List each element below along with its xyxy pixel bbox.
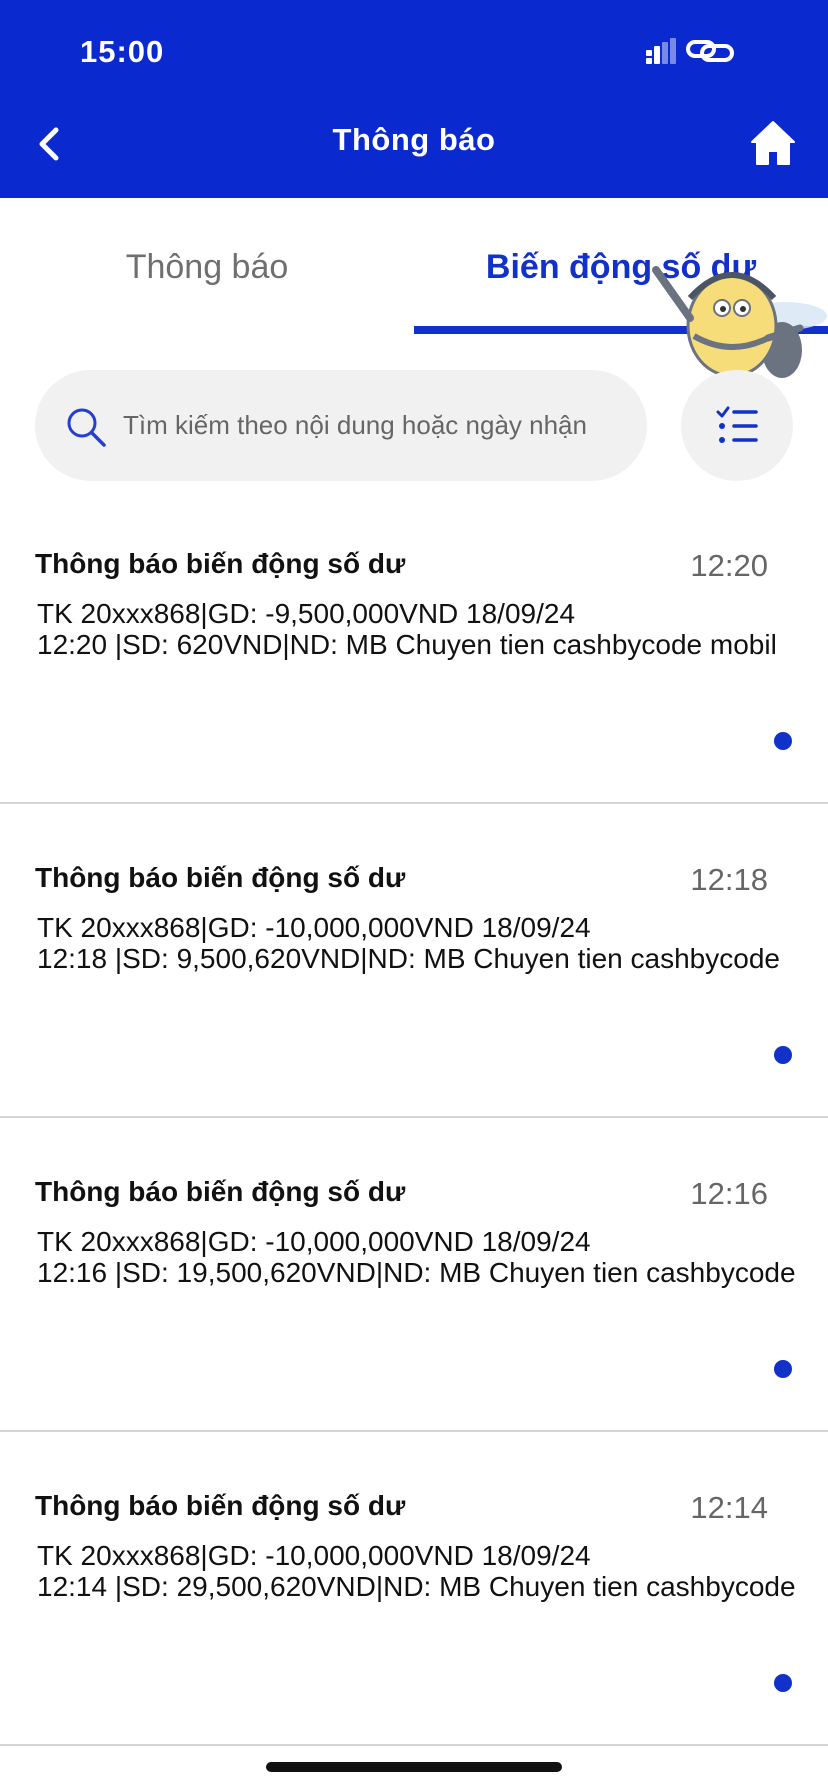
notification-item[interactable]: Thông báo biến động số dư 12:14 TK 20xxx… (0, 1432, 828, 1746)
notification-title: Thông báo biến động số dư (35, 1176, 406, 1207)
home-button[interactable] (748, 118, 798, 168)
signal-icon (646, 38, 676, 64)
notification-list: Thông báo biến động số dư 12:20 TK 20xxx… (0, 490, 828, 1746)
notification-time: 12:20 (690, 548, 768, 583)
status-time: 15:00 (80, 34, 165, 69)
notification-item[interactable]: Thông báo biến động số dư 12:18 TK 20xxx… (0, 804, 828, 1118)
link-icon (686, 40, 734, 62)
notification-line-1: TK 20xxx868|GD: -10,000,000VND 18/09/24 (37, 912, 591, 943)
notification-line-1: TK 20xxx868|GD: -9,500,000VND 18/09/24 (37, 598, 576, 629)
search-icon (67, 408, 106, 447)
notification-title: Thông báo biến động số dư (35, 548, 406, 579)
search-input[interactable] (123, 370, 643, 481)
notification-body: TK 20xxx868|GD: -10,000,000VND 18/09/24 … (37, 912, 828, 974)
tab-label: Thông báo (125, 248, 289, 286)
search-bar (35, 370, 647, 481)
notification-body: TK 20xxx868|GD: -9,500,000VND 18/09/24 1… (37, 598, 828, 660)
app-header: 15:00 Thông báo (0, 0, 828, 198)
home-icon (751, 121, 795, 165)
status-icons (646, 38, 734, 64)
notification-body: TK 20xxx868|GD: -10,000,000VND 18/09/24 … (37, 1226, 828, 1288)
notification-line-2: 12:18 |SD: 9,500,620VND|ND: MB Chuyen ti… (37, 943, 780, 974)
notification-title: Thông báo biến động số dư (35, 862, 406, 893)
notification-time: 12:18 (690, 862, 768, 897)
notification-item[interactable]: Thông báo biến động số dư 12:16 TK 20xxx… (0, 1118, 828, 1432)
page-title: Thông báo (332, 122, 496, 157)
notification-title: Thông báo biến động số dư (35, 1490, 406, 1521)
filter-button[interactable] (681, 370, 793, 481)
notification-item[interactable]: Thông báo biến động số dư 12:20 TK 20xxx… (0, 490, 828, 804)
checklist-icon (716, 406, 758, 443)
unread-dot (774, 1674, 792, 1692)
notification-line-1: TK 20xxx868|GD: -10,000,000VND 18/09/24 (37, 1540, 591, 1571)
tab-notifications[interactable]: Thông báo (0, 200, 414, 336)
unread-dot (774, 1046, 792, 1064)
notification-line-2: 12:16 |SD: 19,500,620VND|ND: MB Chuyen t… (37, 1257, 796, 1288)
notification-body: TK 20xxx868|GD: -10,000,000VND 18/09/24 … (37, 1540, 828, 1602)
notification-line-2: 12:20 |SD: 620VND|ND: MB Chuyen tien cas… (37, 629, 777, 660)
unread-dot (774, 732, 792, 750)
unread-dot (774, 1360, 792, 1378)
notification-line-2: 12:14 |SD: 29,500,620VND|ND: MB Chuyen t… (37, 1571, 796, 1602)
notification-time: 12:14 (690, 1490, 768, 1525)
notification-time: 12:16 (690, 1176, 768, 1211)
home-indicator (266, 1762, 562, 1772)
notification-line-1: TK 20xxx868|GD: -10,000,000VND 18/09/24 (37, 1226, 591, 1257)
